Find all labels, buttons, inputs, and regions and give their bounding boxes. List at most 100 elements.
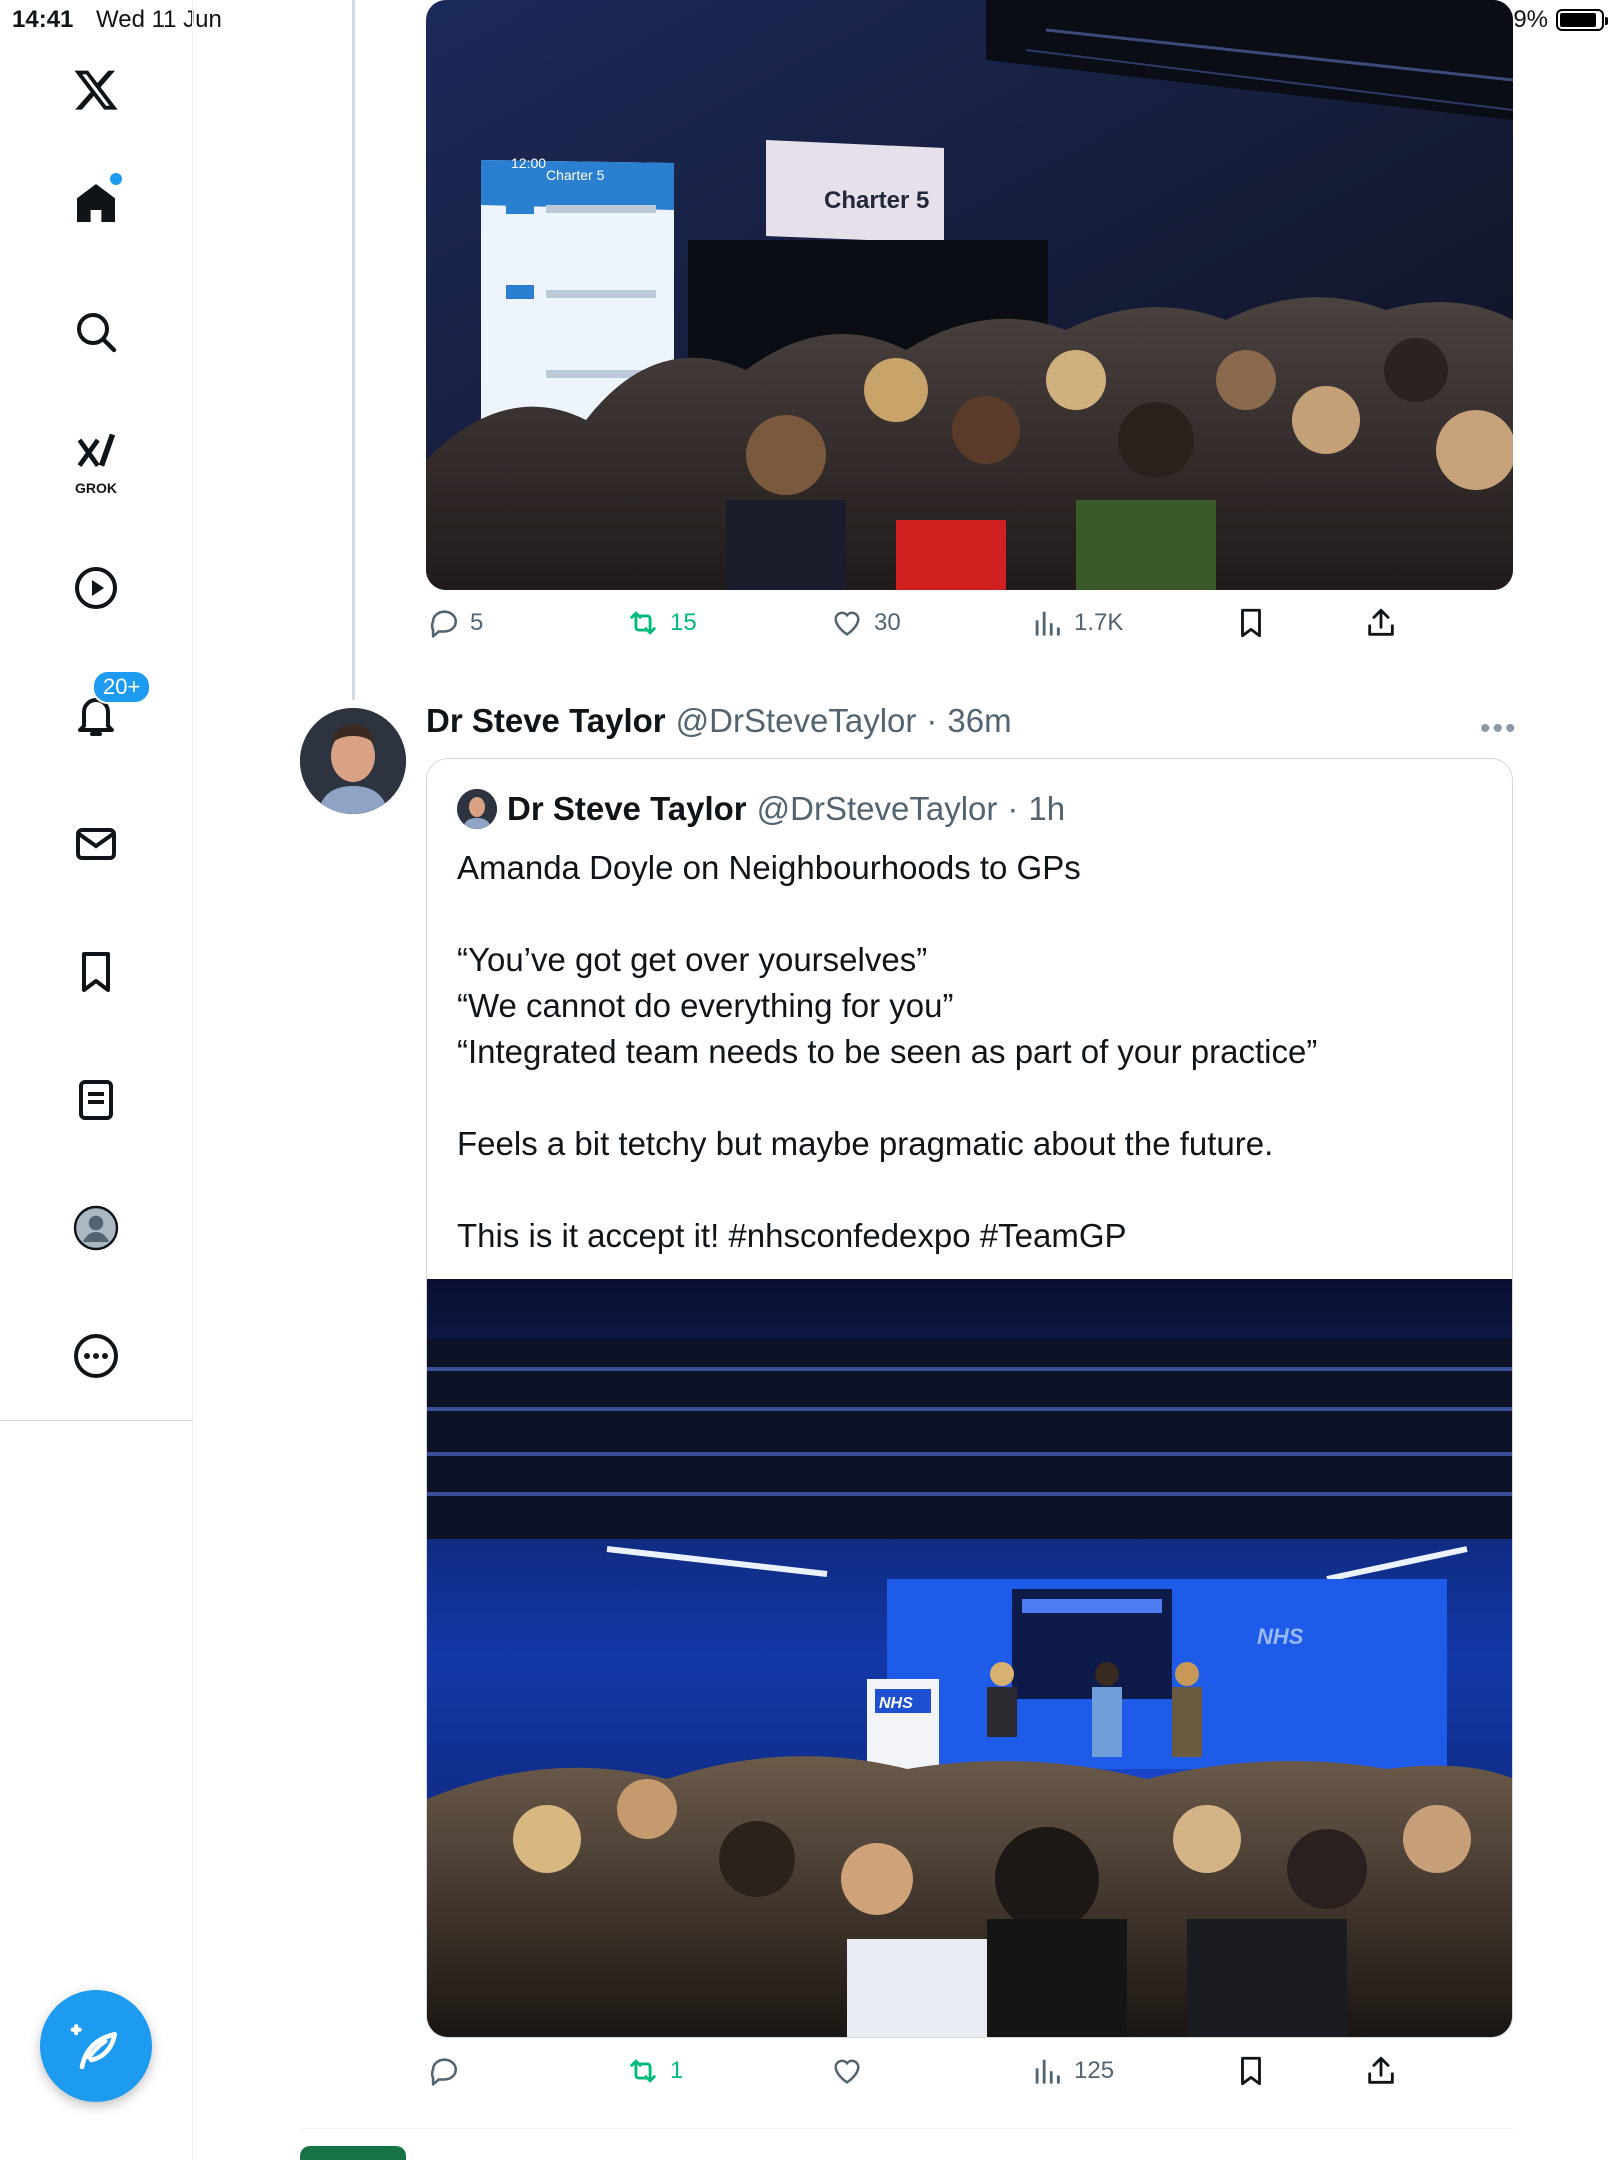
share-button[interactable] [1364,2054,1398,2088]
repost-button[interactable]: 15 [626,606,697,640]
unread-dot [110,173,122,185]
status-right: 9% [1513,6,1608,34]
battery-level [1560,13,1596,27]
views-button[interactable]: 125 [1030,2054,1114,2088]
backdrop-nhs-text: NHS [1257,1624,1304,1649]
post-image-crowd[interactable]: 12:00 Charter 5 Charter 5 [426,0,1513,590]
lists-icon [79,1080,113,1120]
quote-author-handle: @DrSteveTaylor [756,790,998,827]
bookmarks-icon [82,952,110,992]
notification-badge: 20+ [92,670,152,704]
quote-avatar [457,789,497,829]
sign-text: Charter 5 [824,187,929,214]
next-tweet-avatar[interactable] [300,2146,406,2160]
quote-line [457,891,1487,937]
reply-icon [430,610,457,638]
quote-time: 1h [1028,790,1066,827]
repost-count: 1 [670,2057,684,2084]
screen-time-text: 12:00 [511,155,546,171]
quote-header: Dr Steve Taylor @DrSteveTaylor · 1h [457,789,1065,829]
sidebar-item-home[interactable] [56,163,136,243]
sidebar-item-lists[interactable] [56,1060,136,1140]
sidebar-item-grok[interactable]: GROK [56,420,136,500]
reply-button[interactable] [426,2054,470,2088]
screen-title-text: Charter 5 [546,167,605,183]
heart-icon [834,2059,860,2084]
quote-line: This is it accept it! #nhsconfedexpo #Te… [457,1217,1127,1254]
author-handle[interactable]: @DrSteveTaylor [676,702,917,740]
reply-icon [430,2058,457,2086]
bookmark-button[interactable] [1234,606,1268,640]
battery-percent: 9% [1513,6,1548,33]
like-count: 30 [874,609,901,636]
bookmark-icon [1241,2056,1261,2086]
quote-text: Amanda Doyle on Neighbourhoods to GPs “Y… [457,845,1487,1259]
stage-photo: NHS NHS [427,1279,1512,2037]
profile-icon [73,1205,119,1251]
grok-label: GROK [75,480,117,496]
quoted-tweet[interactable]: Dr Steve Taylor @DrSteveTaylor · 1h Aman… [426,758,1513,2038]
lectern-nhs-text: NHS [879,1695,913,1712]
more-options-icon[interactable]: ••• [1480,712,1518,746]
repost-button[interactable]: 1 [626,2054,683,2088]
quote-line: Amanda Doyle on Neighbourhoods to GPs [457,849,1081,886]
views-count: 125 [1074,2057,1115,2084]
share-icon [1368,608,1394,636]
sidebar-item-messages[interactable] [56,804,136,884]
x-logo-icon[interactable] [56,50,136,130]
sidebar-item-notifications[interactable]: 20+ [56,670,152,756]
more-icon [74,1334,118,1378]
like-button[interactable] [830,2054,874,2088]
quote-avatar-photo [457,789,497,829]
messages-icon [76,828,116,860]
sidebar-item-explore[interactable] [56,292,136,372]
views-count: 1.7K [1074,609,1124,636]
share-icon [1368,2056,1394,2084]
quote-line: “You’ve got get over yourselves” [457,941,928,978]
repost-count: 15 [670,609,697,636]
repost-icon [630,2059,656,2083]
tweet-time[interactable]: 36m [947,702,1011,740]
repost-icon [630,611,656,635]
share-button[interactable] [1364,606,1398,640]
search-icon [77,313,117,353]
quote-line [457,1075,1487,1121]
views-button[interactable]: 1.7K [1030,606,1123,640]
bookmark-icon [1241,608,1261,638]
author-name[interactable]: Dr Steve Taylor [426,702,666,740]
thread-connector [352,0,355,700]
sidebar-item-bookmarks[interactable] [56,932,136,1012]
top-post-actions: 5 15 30 1.7K [426,606,1526,654]
quote-line: Feels a bit tetchy but maybe pragmatic a… [457,1125,1274,1162]
time-separator: · [926,702,938,739]
sidebar-item-video[interactable] [56,548,136,628]
sidebar: GROK 20+ [0,0,193,2160]
quote-line [457,1167,1487,1213]
home-icon [77,184,115,222]
heart-icon [834,611,860,636]
quote-image-stage[interactable]: NHS NHS [427,1279,1512,2037]
battery-icon [1556,9,1608,31]
quote-line: “We cannot do everything for you” [457,987,954,1024]
reply-button[interactable]: 5 [426,606,483,640]
grok-icon [77,433,116,468]
sidebar-divider [0,1420,193,1421]
avatar-photo [300,708,406,814]
compose-button[interactable] [40,1990,152,2102]
author-avatar[interactable] [300,708,406,814]
sidebar-item-more[interactable] [56,1316,136,1396]
video-icon [75,567,117,609]
crowd-photo: 12:00 Charter 5 Charter 5 [426,0,1513,590]
tweet-divider [300,2128,1513,2129]
compose-icon [70,2024,117,2070]
bookmark-button[interactable] [1234,2054,1268,2088]
quote-time-separator: · [1007,790,1019,827]
sidebar-item-profile[interactable] [56,1188,136,1268]
quote-author-name: Dr Steve Taylor [507,790,747,827]
quote-line: “Integrated team needs to be seen as par… [457,1033,1318,1070]
like-button[interactable]: 30 [830,606,901,640]
views-icon [1035,2059,1060,2084]
views-icon [1035,611,1060,636]
reply-count: 5 [470,609,484,636]
tweet-header: Dr Steve Taylor @DrSteveTaylor · 36m [426,702,1012,740]
